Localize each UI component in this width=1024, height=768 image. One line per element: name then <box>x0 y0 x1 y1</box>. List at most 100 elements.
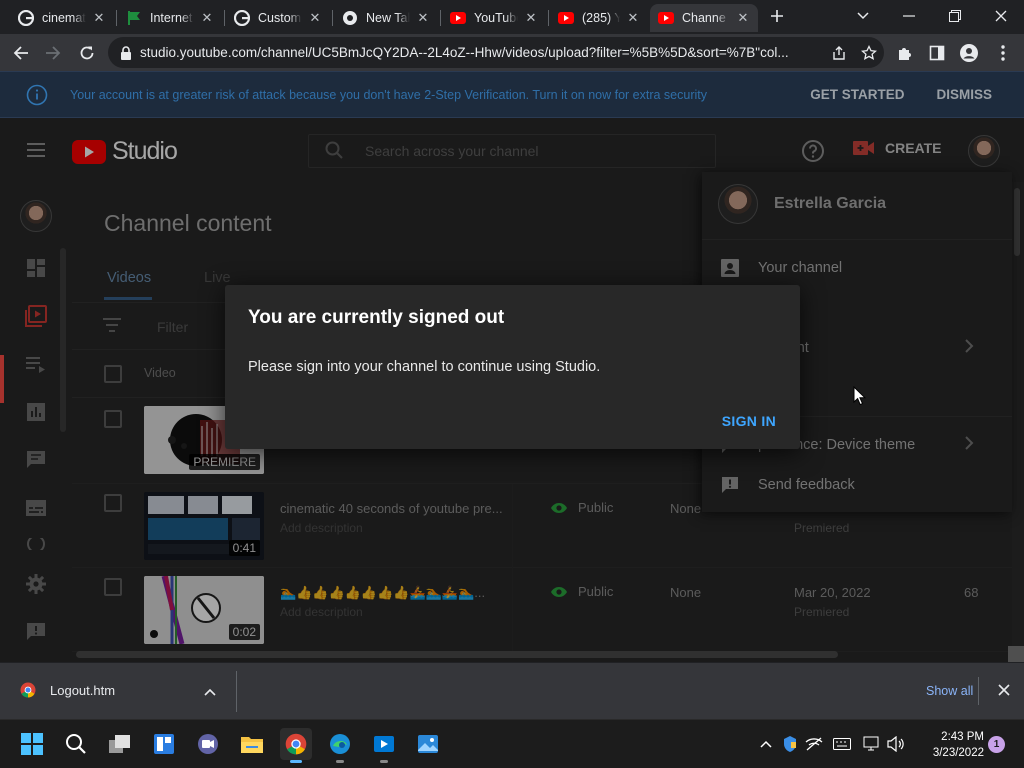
more-vert-icon <box>1001 45 1005 61</box>
google-icon <box>234 10 250 26</box>
close-icon[interactable]: ✕ <box>626 10 640 25</box>
dismiss-button[interactable]: DISMISS <box>936 87 992 102</box>
google-icon <box>18 10 34 26</box>
browser-tab[interactable]: Custom ✕ <box>226 4 330 32</box>
browser-toolbar: studio.youtube.com/channel/UC5BmJcQY2DA-… <box>0 34 1024 71</box>
new-tab-button[interactable] <box>762 4 792 28</box>
tab-search-button[interactable] <box>848 4 878 28</box>
tab-label: cinemat <box>42 11 86 25</box>
browser-tab[interactable]: (285) Yo ✕ <box>550 4 648 32</box>
back-button[interactable] <box>6 38 36 68</box>
lock-icon <box>121 45 131 60</box>
browser-tab[interactable]: cinemat ✕ <box>10 4 114 32</box>
close-icon[interactable]: ✕ <box>524 10 538 25</box>
close-icon[interactable]: ✕ <box>416 10 430 25</box>
notification-badge[interactable]: 1 <box>988 736 1005 753</box>
photos-taskbar-button[interactable] <box>412 728 444 760</box>
browser-tab-active[interactable]: Channe ✕ <box>650 4 758 32</box>
bookmark-button[interactable] <box>854 44 884 61</box>
tab-label: (285) Yo <box>582 11 620 25</box>
chevron-up-icon[interactable] <box>204 683 216 701</box>
side-panel-button[interactable] <box>922 38 952 68</box>
download-filename: Logout.htm <box>50 682 116 698</box>
search-icon <box>66 734 86 754</box>
minimize-button[interactable] <box>894 4 924 28</box>
clock-date: 3/23/2022 <box>932 747 984 759</box>
minimize-icon <box>903 15 915 17</box>
close-icon <box>995 10 1007 22</box>
download-item[interactable]: Logout.htm <box>20 682 115 698</box>
browser-tab[interactable]: New Tab ✕ <box>334 4 438 32</box>
chevron-up-icon[interactable] <box>756 734 776 754</box>
taskbar-search-button[interactable] <box>60 728 92 760</box>
side-panel-icon <box>929 45 945 61</box>
browser-tab[interactable]: YouTube ✕ <box>442 4 546 32</box>
security-banner: Your account is at greater risk of attac… <box>0 71 1024 118</box>
plus-icon <box>771 10 783 22</box>
address-bar[interactable]: studio.youtube.com/channel/UC5BmJcQY2DA-… <box>108 37 884 68</box>
browser-menu-button[interactable] <box>988 38 1018 68</box>
dialog-title: You are currently signed out <box>248 307 505 328</box>
task-view-icon <box>109 735 130 753</box>
chrome-icon <box>342 10 358 26</box>
window-close-button[interactable] <box>986 4 1016 28</box>
forward-button[interactable] <box>38 38 68 68</box>
chat-button[interactable] <box>192 728 224 760</box>
profile-icon <box>960 44 978 62</box>
browser-tab-strip: cinemat ✕ Internet ✕ Custom ✕ New Tab ✕ … <box>0 0 1024 34</box>
system-clock[interactable]: 2:43 PM 3/23/2022 <box>912 729 984 761</box>
video-editor-icon <box>374 736 394 752</box>
download-bar: Logout.htm Show all <box>0 662 1024 719</box>
widgets-icon <box>154 734 174 754</box>
tab-label: Internet <box>150 11 193 25</box>
close-icon[interactable]: ✕ <box>736 10 750 25</box>
windows-taskbar: 2:43 PM 3/23/2022 1 <box>0 719 1024 768</box>
security-shield-icon[interactable] <box>780 734 800 754</box>
file-explorer-button[interactable] <box>236 728 268 760</box>
chrome-icon <box>20 682 36 698</box>
video-editor-taskbar-button[interactable] <box>368 728 400 763</box>
restore-icon <box>949 10 961 22</box>
show-all-button[interactable]: Show all <box>926 684 973 698</box>
tab-label: Custom <box>258 11 302 25</box>
network-icon[interactable] <box>804 734 824 754</box>
sign-in-button[interactable]: SIGN IN <box>722 413 776 429</box>
green-flag-icon <box>126 10 142 26</box>
extensions-button[interactable] <box>890 38 920 68</box>
close-icon[interactable]: ✕ <box>200 10 214 25</box>
info-icon <box>26 84 48 106</box>
close-icon[interactable]: ✕ <box>308 10 322 25</box>
get-started-button[interactable]: GET STARTED <box>810 87 904 102</box>
arrow-left-icon <box>13 46 28 60</box>
chrome-icon <box>285 733 307 755</box>
share-button[interactable] <box>824 45 854 61</box>
dialog-message: Please sign into your channel to continu… <box>248 359 601 375</box>
banner-message: Your account is at greater risk of attac… <box>70 87 707 102</box>
mouse-cursor-icon <box>853 385 867 411</box>
edge-taskbar-button[interactable] <box>324 728 356 763</box>
start-button[interactable] <box>16 728 48 760</box>
widgets-button[interactable] <box>148 728 180 760</box>
chevron-down-icon <box>857 12 869 20</box>
share-icon <box>833 45 845 60</box>
display-icon[interactable] <box>862 734 882 754</box>
url-text: studio.youtube.com/channel/UC5BmJcQY2DA-… <box>140 45 789 60</box>
close-icon[interactable]: ✕ <box>92 10 106 25</box>
tab-label: New Tab <box>366 11 410 25</box>
youtube-icon <box>558 10 574 26</box>
profile-button[interactable] <box>954 38 984 68</box>
tab-label: Channe <box>682 11 726 25</box>
star-icon <box>861 44 877 60</box>
arrow-right-icon <box>46 46 61 60</box>
tab-label: YouTube <box>474 11 518 25</box>
chrome-taskbar-button[interactable] <box>280 728 312 763</box>
folder-icon <box>241 737 263 753</box>
browser-tab[interactable]: Internet ✕ <box>118 4 222 32</box>
close-icon[interactable] <box>998 683 1010 701</box>
volume-icon[interactable] <box>886 734 906 754</box>
restore-button[interactable] <box>940 4 970 28</box>
keyboard-icon[interactable] <box>832 734 852 754</box>
reload-button[interactable] <box>72 38 102 68</box>
task-view-button[interactable] <box>104 728 136 760</box>
windows-icon <box>21 733 43 755</box>
